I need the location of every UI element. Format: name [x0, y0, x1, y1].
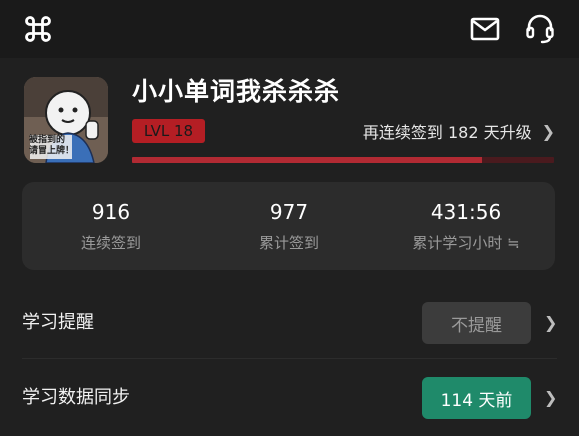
chevron-right-icon: ❯ — [541, 121, 555, 141]
headset-icon[interactable] — [523, 12, 557, 46]
avatar-caption: 被指到的 请冒上牌！ — [29, 135, 75, 156]
divider — [22, 358, 557, 359]
stat-continuous-checkin: 916 连续签到 — [22, 182, 200, 270]
data-sync-row[interactable]: 学习数据同步 114 天前 ❯ — [0, 368, 579, 428]
stats-card: 916 连续签到 977 累计签到 431:56 累计学习小时 ≒ — [22, 182, 555, 270]
top-bar — [0, 0, 579, 58]
stat-value: 916 — [91, 200, 131, 224]
level-up-text: 再连续签到 182 天升级 — [362, 123, 532, 142]
stat-value: 431:56 — [430, 200, 502, 224]
level-badge: LVL 18 — [132, 119, 205, 143]
avatar[interactable]: 被指到的 请冒上牌！ — [24, 77, 108, 163]
stat-label: 累计签到 — [258, 234, 319, 252]
reminder-toggle-button[interactable]: 不提醒 — [422, 302, 531, 344]
level-up-link[interactable]: 再连续签到 182 天升级 ❯ — [363, 119, 555, 143]
stat-total-checkin: 977 累计签到 — [200, 182, 378, 270]
sync-status-button[interactable]: 114 天前 — [422, 377, 531, 419]
mail-icon[interactable] — [469, 14, 501, 44]
stat-label: 连续签到 — [80, 234, 141, 252]
stat-label: 累计学习小时 ≒ — [412, 234, 520, 252]
chevron-right-icon: ❯ — [544, 388, 558, 407]
level-progress-bar — [132, 157, 554, 163]
data-sync-title: 学习数据同步 — [22, 387, 130, 408]
study-reminder-title: 学习提醒 — [22, 312, 94, 333]
study-reminder-row[interactable]: 学习提醒 不提醒 ❯ — [0, 293, 579, 353]
stat-total-study-hours[interactable]: 431:56 累计学习小时 ≒ — [377, 182, 555, 270]
username: 小小单词我杀杀杀 — [132, 77, 341, 106]
level-progress-fill — [132, 157, 483, 163]
stat-value: 977 — [269, 200, 309, 224]
chevron-right-icon: ❯ — [544, 313, 558, 332]
command-icon[interactable] — [22, 14, 54, 44]
